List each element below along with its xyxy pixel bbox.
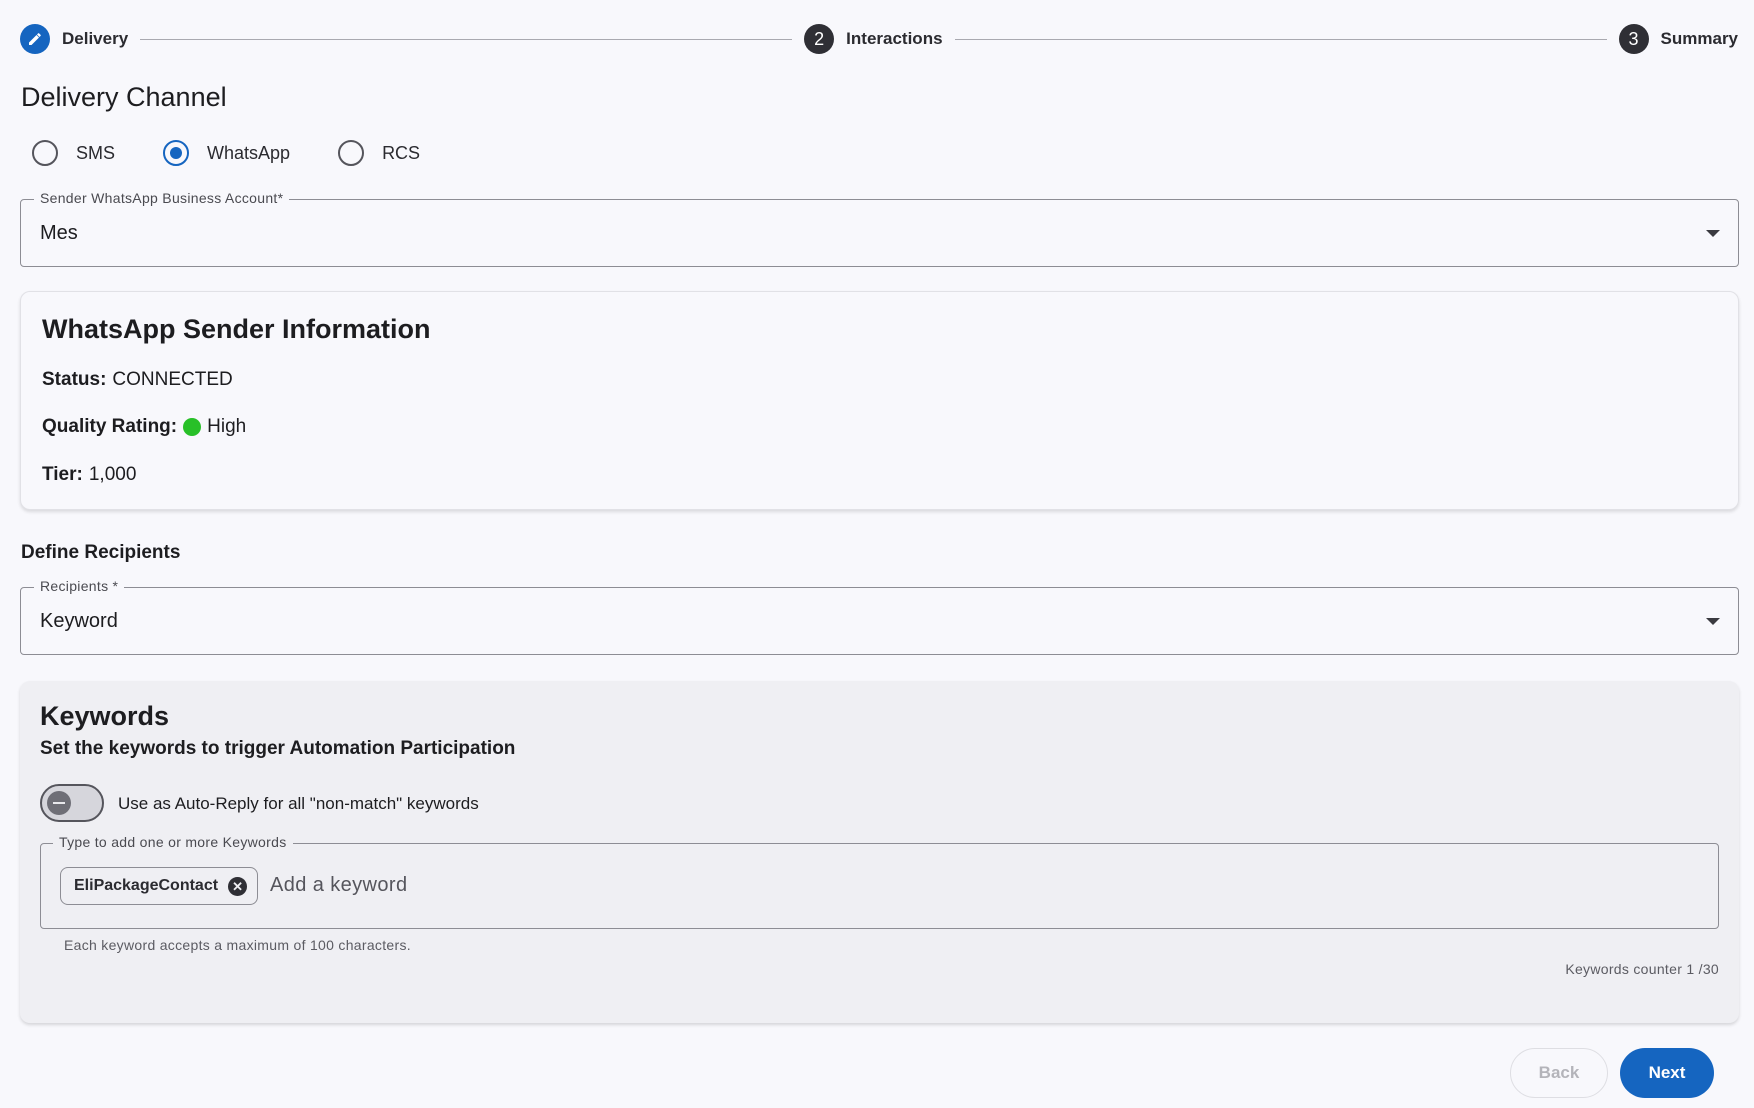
step-connector: [954, 38, 1607, 40]
stepper: Delivery 2 Interactions 3 Summary: [20, 22, 1738, 56]
step-label-interactions: Interactions: [846, 29, 943, 48]
define-recipients-heading: Define Recipients: [21, 542, 181, 563]
step-number-2: 2: [804, 24, 835, 54]
delivery-channel-title: Delivery Channel: [21, 82, 227, 112]
radio-button-whatsapp[interactable]: [163, 140, 190, 166]
keywords-panel: Keywords Set the keywords to trigger Aut…: [20, 681, 1739, 1023]
step-interactions[interactable]: 2 Interactions: [804, 24, 943, 54]
next-button[interactable]: Next: [1620, 1048, 1714, 1098]
radio-label-sms: SMS: [76, 142, 116, 163]
auto-reply-toggle-label: Use as Auto-Reply for all "non-match" ke…: [118, 794, 479, 813]
sender-account-select[interactable]: Sender WhatsApp Business Account* Mes: [20, 190, 1739, 267]
quality-status-dot-icon: [183, 418, 202, 436]
radio-button-sms[interactable]: [32, 140, 58, 166]
remove-chip-icon[interactable]: ✕: [228, 876, 248, 896]
keywords-title: Keywords: [40, 701, 170, 731]
recipients-value: Keyword: [40, 610, 118, 632]
recipients-select[interactable]: Recipients * Keyword: [20, 578, 1739, 655]
radio-label-rcs: RCS: [382, 142, 421, 163]
sender-account-value: Mes: [40, 222, 78, 244]
keywords-help-text: Each keyword accepts a maximum of 100 ch…: [64, 937, 411, 953]
keywords-subtitle: Set the keywords to trigger Automation P…: [40, 738, 516, 759]
dropdown-arrow-icon[interactable]: [1706, 618, 1720, 625]
keywords-field-label: Type to add one or more Keywords: [53, 834, 293, 850]
status-line: Status: CONNECTED: [42, 369, 233, 391]
step-delivery[interactable]: Delivery: [20, 24, 128, 54]
quality-label: Quality Rating:: [42, 416, 178, 437]
radio-whatsapp[interactable]: WhatsApp: [163, 140, 290, 166]
sender-info-card: WhatsApp Sender Information Status: CONN…: [20, 291, 1739, 510]
dropdown-arrow-icon[interactable]: [1706, 230, 1720, 237]
tier-label: Tier:: [42, 464, 83, 485]
sender-account-label: Sender WhatsApp Business Account*: [34, 190, 290, 206]
toggle-off-icon: [47, 791, 71, 815]
back-button[interactable]: Back: [1510, 1048, 1608, 1098]
keyword-input[interactable]: [270, 874, 670, 897]
sender-info-title: WhatsApp Sender Information: [42, 314, 431, 344]
status-label: Status:: [42, 369, 107, 390]
keywords-counter: Keywords counter 1 /30: [1565, 961, 1719, 977]
step-label-summary: Summary: [1660, 29, 1739, 48]
step-label-delivery: Delivery: [62, 29, 129, 48]
quality-value: High: [207, 416, 247, 437]
keyword-chip: EliPackageContact ✕: [60, 867, 259, 905]
status-value: CONNECTED: [112, 369, 233, 390]
channel-radio-group: SMS WhatsApp RCS: [32, 140, 468, 166]
keyword-chip-label: EliPackageContact: [74, 877, 219, 894]
radio-label-whatsapp: WhatsApp: [207, 142, 291, 163]
pencil-icon: [20, 24, 50, 54]
radio-rcs[interactable]: RCS: [338, 140, 420, 166]
keywords-field[interactable]: Type to add one or more Keywords EliPack…: [40, 834, 1719, 929]
step-connector: [140, 38, 793, 40]
tier-value: 1,000: [88, 464, 137, 485]
step-number-3: 3: [1618, 24, 1649, 54]
auto-reply-toggle[interactable]: [40, 784, 104, 822]
radio-sms[interactable]: SMS: [32, 140, 115, 166]
tier-line: Tier: 1,000: [42, 464, 136, 486]
step-summary[interactable]: 3 Summary: [1618, 24, 1739, 54]
radio-button-rcs[interactable]: [338, 140, 365, 166]
recipients-label: Recipients *: [34, 578, 125, 594]
quality-line: Quality Rating: High: [42, 416, 246, 438]
